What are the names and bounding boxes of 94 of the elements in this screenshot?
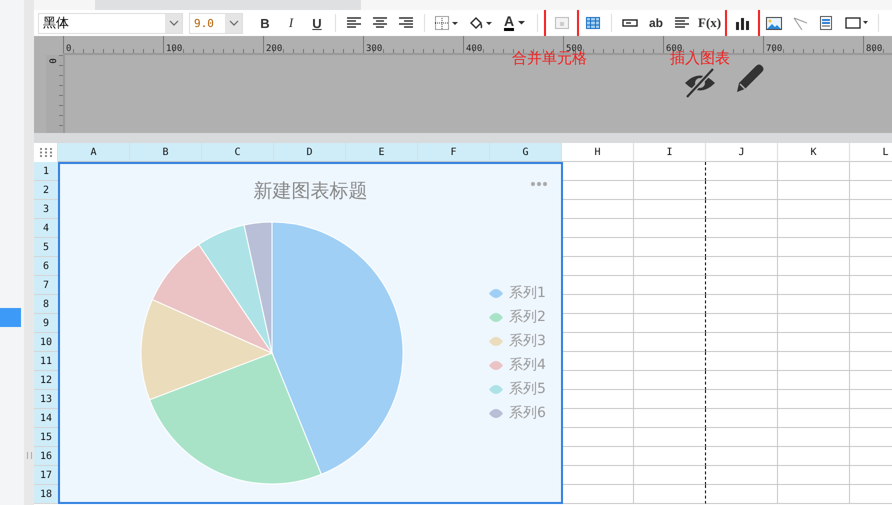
font-color-button[interactable]: A — [499, 11, 531, 35]
table-icon — [586, 17, 600, 29]
row-header[interactable]: 15 — [34, 428, 58, 447]
row-header[interactable]: 7 — [34, 276, 58, 295]
ruler-label: 500 — [566, 44, 582, 53]
underline-button[interactable]: U — [305, 11, 329, 35]
bar-chart-icon — [736, 16, 750, 30]
row-header[interactable]: 13 — [34, 390, 58, 409]
row-header[interactable]: 16 — [34, 447, 58, 466]
merge-cells-icon — [554, 17, 568, 29]
row-header[interactable]: 10 — [34, 333, 58, 352]
font-select[interactable]: 黑体 — [38, 12, 183, 34]
table-cell[interactable] — [634, 295, 706, 314]
chevron-icon — [168, 20, 178, 26]
row-header[interactable]: 2 — [34, 181, 58, 200]
pencil-icon[interactable] — [735, 63, 766, 94]
text-button[interactable]: ab — [644, 11, 668, 35]
table-cell[interactable] — [634, 238, 706, 257]
font-size-select[interactable]: 9.0 — [189, 12, 243, 34]
grid-dots-icon — [40, 148, 52, 157]
row-header[interactable]: 3 — [34, 200, 58, 219]
ruler-label: 200 — [265, 44, 282, 53]
table-cell[interactable] — [634, 466, 706, 485]
paint-bucket-icon — [469, 16, 493, 30]
document-icon — [820, 16, 832, 30]
eye-slash-icon[interactable] — [683, 68, 717, 98]
row-header[interactable]: 11 — [34, 352, 58, 371]
row-header[interactable]: 8 — [34, 295, 58, 314]
row-header[interactable]: 4 — [34, 219, 58, 238]
ruler-label: 100 — [165, 44, 182, 53]
table-cell[interactable] — [634, 390, 706, 409]
align-left-icon — [347, 17, 361, 29]
row-header[interactable]: 12 — [34, 371, 58, 390]
align-center-icon — [373, 17, 387, 29]
table-cell[interactable] — [634, 447, 706, 466]
row-header[interactable]: 14 — [34, 409, 58, 428]
more-icon[interactable] — [531, 182, 547, 186]
column-header[interactable]: C — [202, 143, 274, 162]
chevron-icon — [228, 20, 238, 26]
image-icon — [766, 16, 782, 30]
ruler-label: 400 — [465, 44, 482, 53]
bold-button[interactable]: B — [253, 11, 277, 35]
lines-angle-icon — [793, 16, 808, 30]
row-header[interactable]: 17 — [34, 466, 58, 485]
row-header[interactable]: 6 — [34, 257, 58, 276]
border-box-icon — [844, 16, 868, 30]
column-header[interactable]: I — [634, 143, 706, 162]
column-header[interactable]: J — [706, 143, 778, 162]
ruler-label: 700 — [765, 44, 782, 53]
row-header[interactable]: 9 — [34, 314, 58, 333]
row-header[interactable]: 18 — [34, 485, 58, 504]
table-cell[interactable] — [634, 485, 706, 504]
column-header[interactable]: F — [418, 143, 490, 162]
pie-slice[interactable] — [198, 224, 272, 354]
table-cell[interactable] — [634, 162, 706, 181]
table-cell[interactable] — [634, 181, 706, 200]
ruler-label: 800 — [865, 44, 882, 53]
pie-slice[interactable] — [244, 222, 272, 354]
table-cell[interactable] — [634, 428, 706, 447]
pie-slice[interactable] — [272, 222, 404, 475]
formula-button[interactable]: F(x) — [696, 11, 724, 35]
column-header[interactable]: G — [490, 143, 562, 162]
ruler-label: 0 — [65, 44, 72, 53]
table-cell[interactable] — [634, 219, 706, 238]
column-header[interactable]: E — [346, 143, 418, 162]
lines-icon — [675, 17, 689, 29]
column-header[interactable]: B — [130, 143, 202, 162]
borders-icon — [435, 16, 459, 30]
row-header[interactable]: 1 — [34, 162, 58, 181]
pie-slice[interactable] — [149, 352, 322, 484]
column-header[interactable]: H — [562, 143, 634, 162]
caret-icon — [518, 21, 526, 25]
ruler-label: 300 — [365, 44, 382, 53]
table-cell[interactable] — [634, 276, 706, 295]
pie-slice[interactable] — [152, 244, 272, 354]
column-header[interactable]: D — [274, 143, 346, 162]
table-cell[interactable] — [634, 371, 706, 390]
chart-title: 新建图表标题 — [254, 179, 368, 204]
italic-button[interactable]: I — [279, 11, 303, 35]
table-cell[interactable] — [634, 314, 706, 333]
column-header[interactable]: K — [778, 143, 850, 162]
sidebar-selection — [0, 308, 21, 327]
align-right-icon — [399, 17, 413, 29]
ruler-label: 0 — [46, 58, 57, 64]
splitter-handle[interactable] — [24, 0, 34, 505]
table-cell[interactable] — [634, 409, 706, 428]
table-cell[interactable] — [634, 200, 706, 219]
table-cell[interactable] — [634, 352, 706, 371]
table-cell[interactable] — [634, 257, 706, 276]
text-field-icon — [622, 19, 638, 27]
row-header[interactable]: 5 — [34, 238, 58, 257]
pie-slice[interactable] — [140, 299, 272, 400]
table-cell[interactable] — [634, 333, 706, 352]
column-header[interactable]: A — [58, 143, 130, 162]
